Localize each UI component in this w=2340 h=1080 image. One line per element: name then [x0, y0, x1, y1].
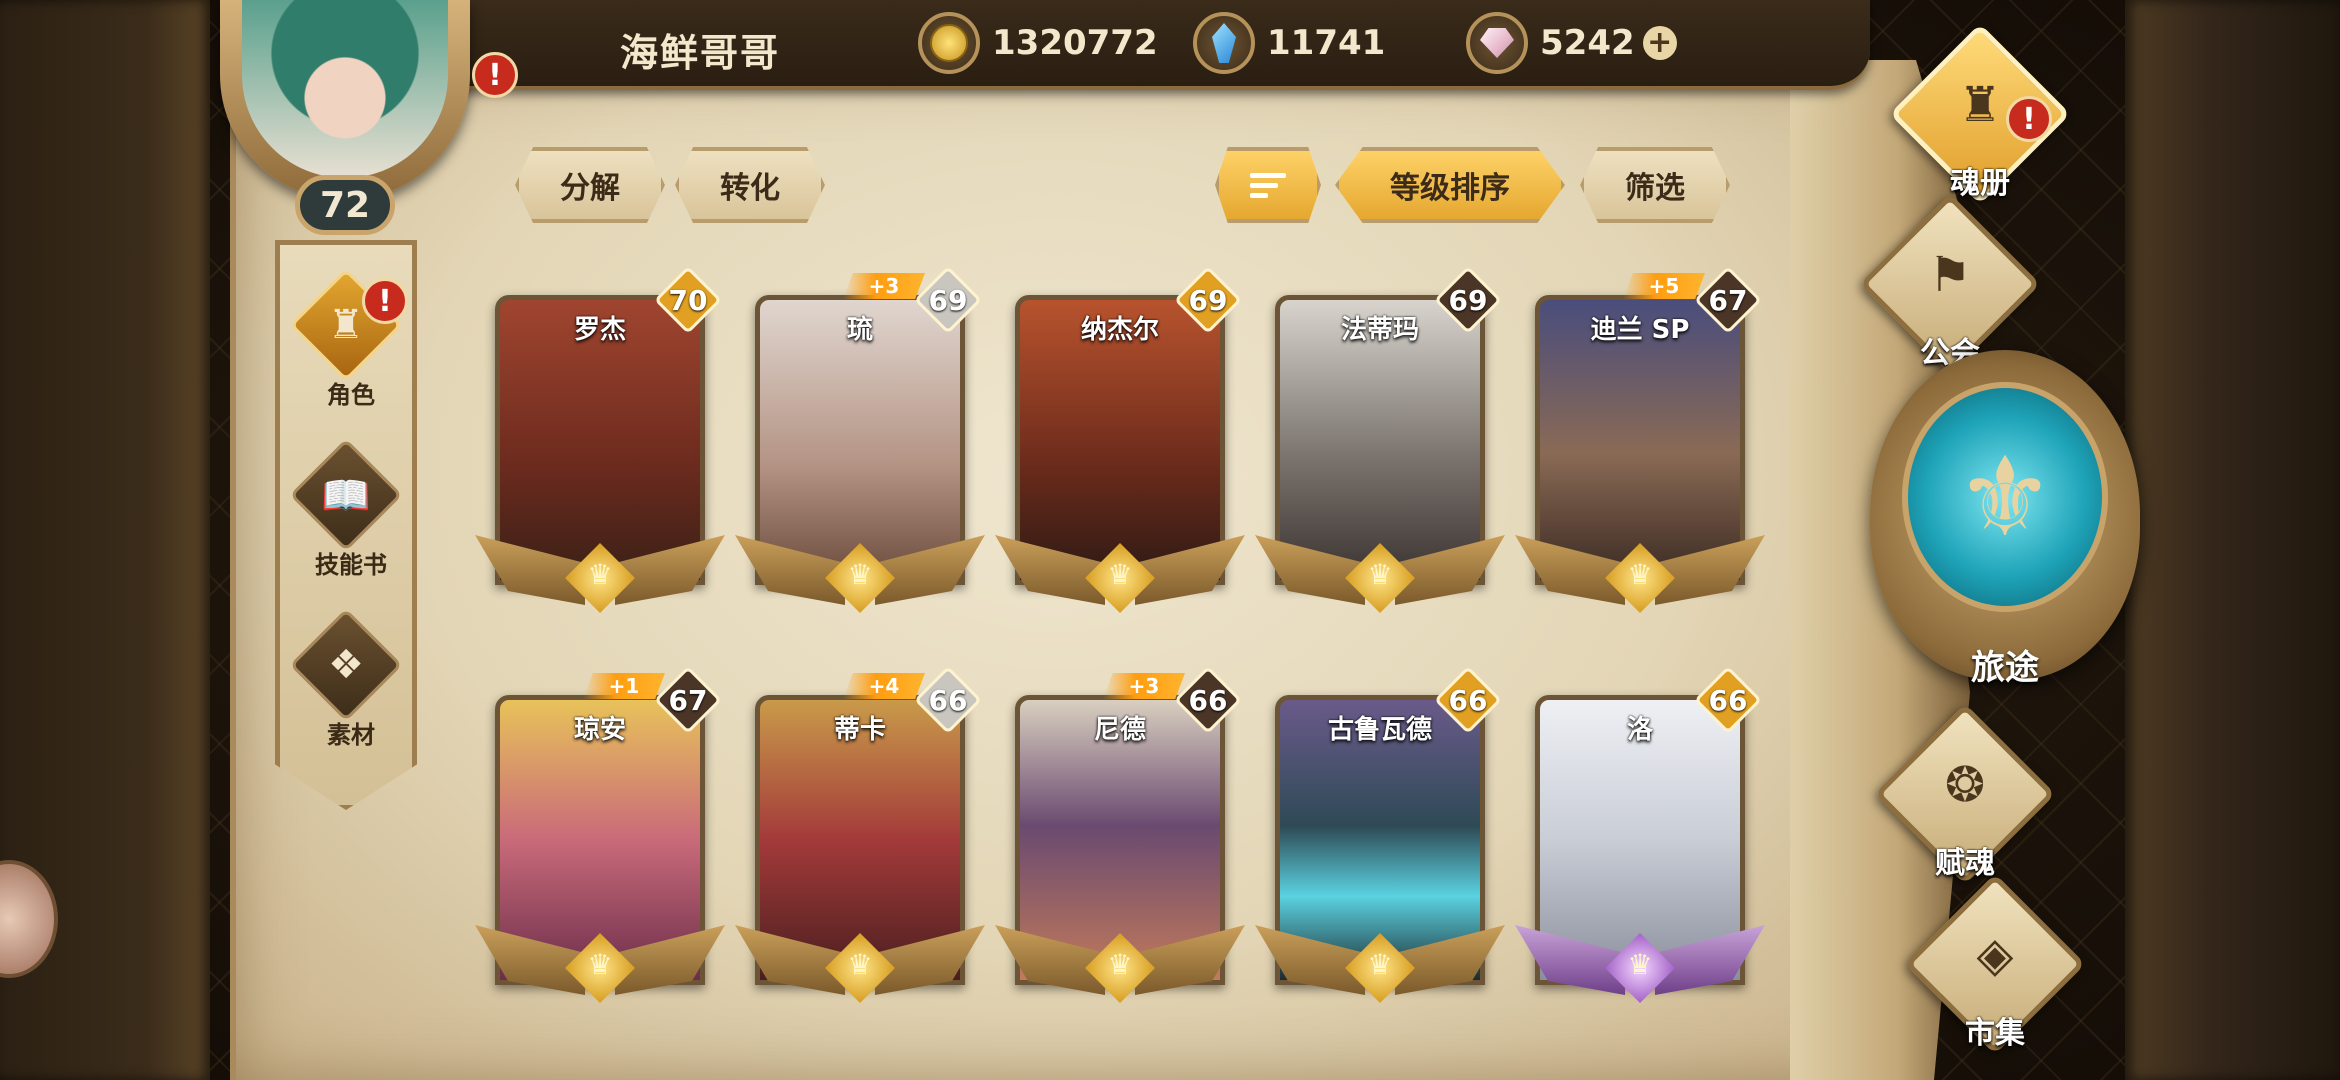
hero-level-badge: 66 [1434, 666, 1502, 734]
left-nav: ♜ 角色 📖 技能书 ❖ 素材 [275, 240, 417, 810]
player-level-badge: 72 [295, 175, 395, 235]
sort-by-level-button[interactable]: 等级排序 [1335, 147, 1565, 223]
crown-icon: ♛ [1627, 557, 1653, 591]
rank-crest: ♛ [1515, 535, 1765, 615]
hero-card[interactable]: +1 琼安 67 ♛ [475, 666, 725, 1025]
rank-crest: ♛ [735, 925, 985, 1005]
crown-icon: ♛ [847, 557, 873, 591]
nav-label: 素材 [327, 721, 375, 749]
rank-crest: ♛ [475, 925, 725, 1005]
pink-gem-icon [1466, 12, 1528, 74]
soul-flame-icon: ❂ [1944, 757, 1986, 813]
gold-currency: 1320772 [918, 10, 1158, 76]
rank-crest: ♛ [1515, 925, 1765, 1005]
hero-card[interactable]: +5 迪兰 SP 67 ♛ [1515, 266, 1765, 625]
menu-label: 旅途 [1971, 648, 2039, 688]
rank-crest: ♛ [1255, 535, 1505, 615]
menu-label: 市集 [1965, 1016, 2025, 1051]
avatar-alert-icon: ! [472, 52, 518, 98]
sort-order-button[interactable] [1215, 147, 1321, 223]
hero-level-badge: 67 [1694, 266, 1762, 334]
menu-soul-infuse[interactable]: ❂ 赋魂 [1865, 703, 2065, 890]
decompose-button[interactable]: 分解 [515, 147, 665, 223]
convert-button[interactable]: 转化 [675, 147, 825, 223]
hero-card[interactable]: +3 尼德 66 ♛ [995, 666, 1245, 1025]
gem-currency: 5242 + [1466, 10, 1677, 76]
rank-crest: ♛ [735, 535, 985, 615]
hero-card[interactable]: 法蒂玛 69 ♛ [1255, 266, 1505, 625]
hero-level-badge: 66 [914, 666, 982, 734]
hero-plus-badge: +3 [843, 273, 925, 299]
player-avatar-block[interactable]: 72 [210, 0, 480, 240]
material-icon: ❖ [328, 642, 364, 688]
menu-market[interactable]: ◈ 市集 [1895, 873, 2095, 1060]
menu-journey[interactable]: ⚜ 旅途 [1870, 350, 2140, 710]
nav-item-materials[interactable]: ❖ 素材 [280, 608, 417, 775]
crown-icon: ♛ [1107, 557, 1133, 591]
hero-level-badge: 69 [914, 266, 982, 334]
nav-alert-icon: ! [362, 278, 408, 324]
menu-label: 魂册 [1950, 166, 2010, 201]
rank-crest: ♛ [995, 535, 1245, 615]
crown-icon: ♛ [1367, 557, 1393, 591]
filter-button[interactable]: 筛选 [1580, 147, 1730, 223]
nav-label: 技能书 [315, 551, 387, 579]
hero-level-badge: 69 [1174, 266, 1242, 334]
guild-banner-icon: ⚑ [1928, 247, 1972, 303]
hero-level-badge: 66 [1694, 666, 1762, 734]
hero-plus-badge: +4 [843, 673, 925, 699]
menu-alert-icon: ! [2006, 96, 2052, 142]
hero-card[interactable]: 纳杰尔 69 ♛ [995, 266, 1245, 625]
crown-icon: ♛ [1627, 947, 1653, 981]
rank-crest: ♛ [475, 535, 725, 615]
hero-level-badge: 69 [1434, 266, 1502, 334]
spellbook-icon: 📖 [321, 472, 371, 519]
hero-card[interactable]: 罗杰 70 ♛ [475, 266, 725, 625]
gold-value: 1320772 [992, 23, 1158, 63]
crown-icon: ♛ [1107, 947, 1133, 981]
market-gem-icon: ◈ [1976, 927, 2014, 983]
rank-crest: ♛ [1255, 925, 1505, 1005]
menu-label: 赋魂 [1935, 846, 1995, 881]
right-frame [2125, 0, 2340, 1080]
hero-card[interactable]: 古鲁瓦德 66 ♛ [1255, 666, 1505, 1025]
crown-icon: ♛ [847, 947, 873, 981]
hero-level-badge: 66 [1174, 666, 1242, 734]
gem-value: 5242 [1540, 23, 1635, 63]
crystal-currency: 11741 [1193, 10, 1385, 76]
nav-item-skillbooks[interactable]: 📖 技能书 [280, 438, 417, 605]
rank-crest: ♛ [995, 925, 1245, 1005]
crown-icon: ♛ [1367, 947, 1393, 981]
hero-plus-badge: +1 [583, 673, 665, 699]
gold-coin-icon [918, 12, 980, 74]
hero-level-badge: 70 [654, 266, 722, 334]
hero-card[interactable]: +3 琉 69 ♛ [735, 266, 985, 625]
blue-crystal-icon [1193, 12, 1255, 74]
add-gem-button[interactable]: + [1642, 26, 1677, 60]
hero-card[interactable]: 洛 66 ♛ [1515, 666, 1765, 1025]
hero-plus-badge: +5 [1623, 273, 1705, 299]
player-name: 海鲜哥哥 [620, 31, 781, 75]
hero-level-badge: 67 [654, 666, 722, 734]
crown-icon: ♛ [587, 947, 613, 981]
hero-plus-badge: +3 [1103, 673, 1185, 699]
sort-icon [1250, 172, 1286, 198]
crown-icon: ♛ [587, 557, 613, 591]
crystal-value: 11741 [1267, 23, 1386, 63]
journey-emblem-icon: ⚜ [1955, 433, 2055, 561]
hero-card[interactable]: +4 蒂卡 66 ♛ [735, 666, 985, 1025]
nav-label: 角色 [327, 381, 375, 409]
